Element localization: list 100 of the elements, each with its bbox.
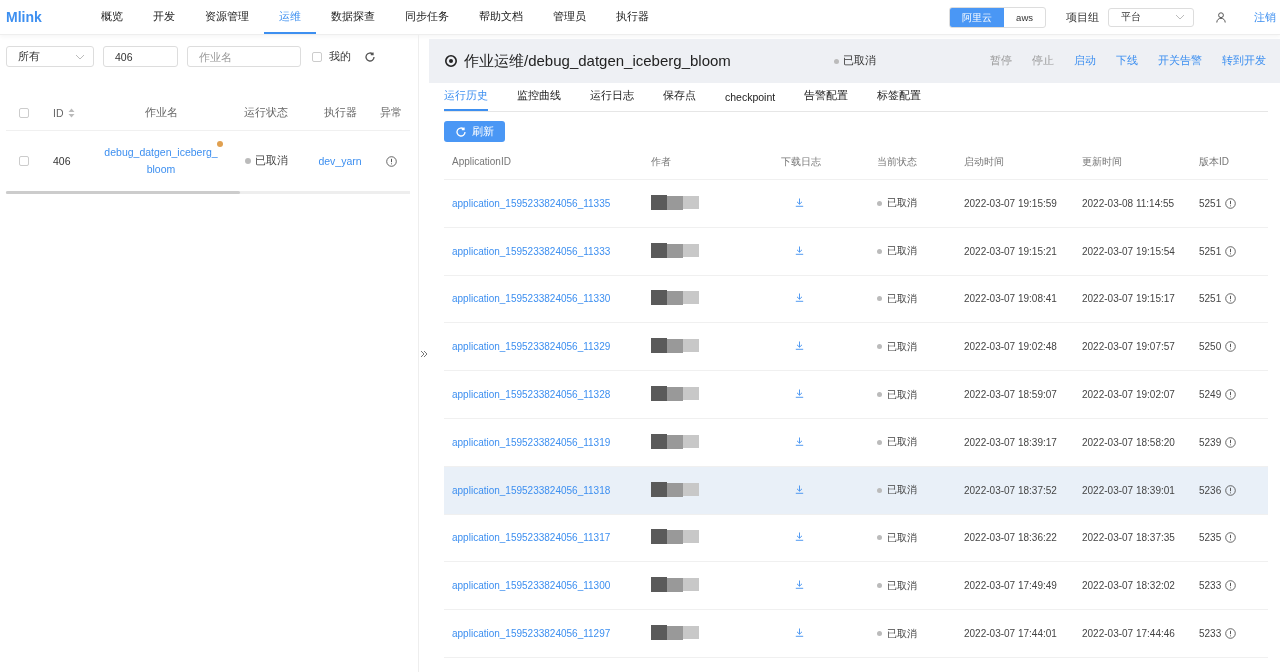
- nav-tab[interactable]: 管理员: [538, 0, 601, 34]
- select-all-checkbox[interactable]: [19, 108, 29, 118]
- nav-tab[interactable]: 同步任务: [390, 0, 464, 34]
- caret-icon: [75, 53, 85, 60]
- action-link[interactable]: 转到开发: [1222, 54, 1266, 68]
- redaction-mark: [651, 290, 699, 306]
- collapse-icon[interactable]: [420, 349, 428, 358]
- name-field[interactable]: 作业名: [187, 46, 301, 67]
- info-icon: [1225, 245, 1237, 257]
- info-icon: [1225, 532, 1237, 544]
- redaction-mark: [651, 625, 699, 641]
- row-checkbox[interactable]: [19, 156, 29, 166]
- column-header[interactable]: ID: [53, 107, 64, 119]
- table-cell-text: 2022-03-07 18:37:35: [1082, 532, 1176, 544]
- status-dot: [877, 248, 882, 254]
- tab[interactable]: 运行历史: [444, 89, 488, 111]
- table-cell-text: 2022-03-07 17:49:49: [964, 580, 1058, 592]
- tab[interactable]: 保存点: [663, 89, 696, 111]
- application-link[interactable]: application_1595233824056_11333: [452, 245, 651, 257]
- table-cell: 5233: [1199, 580, 1222, 592]
- download-icon[interactable]: [795, 580, 804, 590]
- table-cell: 5233: [1199, 628, 1222, 640]
- page-title: 作业运维/debug_datgen_iceberg_bloom: [464, 51, 732, 71]
- tab[interactable]: checkpoint: [725, 91, 776, 111]
- application-link[interactable]: application_1595233824056_11297: [452, 628, 651, 640]
- nav-tab[interactable]: 数据探查: [316, 0, 390, 34]
- status-dot: [877, 535, 882, 541]
- user-icon: [1216, 11, 1226, 23]
- cloud-option[interactable]: aws: [1004, 7, 1045, 27]
- application-link[interactable]: application_1595233824056_11319: [452, 436, 651, 448]
- column-header: 当前状态: [877, 154, 918, 169]
- application-link[interactable]: application_1595233824056_11335: [452, 197, 651, 209]
- table-cell-text: 2022-03-07 18:39:01: [1082, 484, 1176, 496]
- info-icon: [385, 155, 397, 167]
- table-cell-text: 2022-03-07 18:59:07: [964, 389, 1058, 401]
- nav-tab[interactable]: 帮助文档: [464, 0, 538, 34]
- refresh-icon[interactable]: [364, 50, 376, 63]
- status-dot: [877, 392, 882, 398]
- table-cell-text: 2022-03-07 19:02:07: [1082, 389, 1176, 401]
- column-header: 版本ID: [1199, 154, 1230, 169]
- nav-tab[interactable]: 运维: [264, 0, 316, 34]
- nav-tab[interactable]: 概览: [86, 0, 138, 34]
- application-link[interactable]: application_1595233824056_11329: [452, 341, 651, 353]
- info-icon: [1225, 628, 1237, 640]
- nav-tab[interactable]: 执行器: [601, 0, 664, 34]
- table-cell: 5251: [1199, 293, 1222, 305]
- download-icon[interactable]: [795, 436, 804, 446]
- download-icon[interactable]: [795, 532, 804, 542]
- job-link[interactable]: debug_datgen_iceberg_bloom: [102, 144, 220, 178]
- info-icon: [1225, 436, 1237, 448]
- column-header: 作者: [651, 154, 672, 169]
- tab[interactable]: 运行日志: [590, 89, 634, 111]
- tab[interactable]: 监控曲线: [517, 89, 561, 111]
- redaction-mark: [651, 529, 699, 545]
- logout-link[interactable]: 注销: [1254, 9, 1276, 25]
- scope-select[interactable]: 所有: [6, 46, 94, 67]
- download-icon[interactable]: [795, 341, 804, 351]
- action-link[interactable]: 启动: [1074, 54, 1096, 68]
- tab[interactable]: 告警配置: [804, 89, 849, 111]
- project-select[interactable]: 平台: [1108, 7, 1194, 27]
- status-text: 已取消: [887, 435, 917, 450]
- application-link[interactable]: application_1595233824056_11328: [452, 389, 651, 401]
- checkbox[interactable]: [312, 51, 322, 62]
- application-link[interactable]: application_1595233824056_11317: [452, 532, 651, 544]
- download-icon[interactable]: [795, 484, 804, 494]
- column-header: ApplicationID: [452, 156, 512, 167]
- table-cell: 5239: [1199, 436, 1222, 448]
- download-icon[interactable]: [795, 389, 804, 399]
- refresh-button[interactable]: 刷新: [444, 121, 505, 142]
- action-link[interactable]: 开关告警: [1158, 54, 1202, 68]
- app-logo: Mlink: [6, 9, 43, 25]
- executor-link[interactable]: dev_yarn: [318, 155, 362, 167]
- status-text: 已取消: [887, 196, 917, 211]
- table-cell-text: 2022-03-07 19:08:41: [964, 293, 1058, 305]
- application-link[interactable]: application_1595233824056_11330: [452, 293, 651, 305]
- download-icon[interactable]: [795, 628, 804, 638]
- table-cell-text: 2022-03-07 18:32:02: [1082, 580, 1176, 592]
- table-cell: 5249: [1199, 389, 1222, 401]
- id-field[interactable]: 406: [103, 46, 178, 67]
- column-header: 作业名: [143, 106, 179, 120]
- download-icon[interactable]: [795, 245, 804, 255]
- redaction-mark: [651, 433, 699, 449]
- tab[interactable]: 标签配置: [877, 89, 922, 111]
- scrollbar-thumb[interactable]: [6, 191, 240, 194]
- table-cell-text: 406: [52, 155, 72, 167]
- status-text: 已取消: [887, 292, 917, 306]
- sort-icon[interactable]: [67, 108, 75, 118]
- action-link[interactable]: 下线: [1116, 54, 1138, 68]
- status-text: 已取消: [887, 626, 917, 641]
- status-dot: [244, 158, 251, 164]
- nav-tab[interactable]: 开发: [138, 0, 190, 34]
- cloud-option[interactable]: 阿里云: [950, 7, 1005, 27]
- nav-tab[interactable]: 资源管理: [190, 0, 264, 34]
- application-link[interactable]: application_1595233824056_11300: [452, 580, 651, 592]
- download-icon[interactable]: [795, 197, 804, 207]
- column-header: 启动时间: [964, 154, 1005, 169]
- table-cell-text: 2022-03-07 17:44:01: [964, 628, 1058, 640]
- application-link[interactable]: application_1595233824056_11318: [452, 484, 651, 496]
- download-icon[interactable]: [795, 293, 804, 303]
- table-cell: 5251: [1199, 245, 1222, 257]
